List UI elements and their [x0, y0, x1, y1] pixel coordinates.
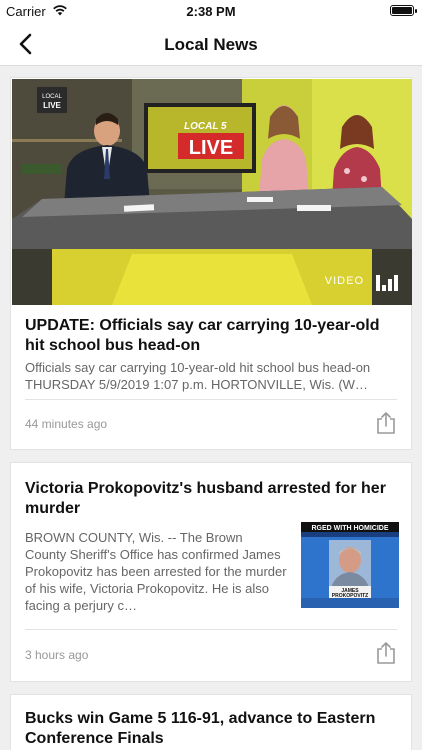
- article-summary: Officials say car carrying 10-year-old h…: [25, 360, 371, 392]
- news-studio-image: LOCAL LIVE LOCAL 5 LIVE: [12, 79, 412, 305]
- wall-sign-line2: LIVE: [43, 101, 61, 110]
- battery-icon: [390, 5, 417, 16]
- divider: [25, 629, 397, 630]
- article-card[interactable]: Bucks win Game 5 116-91, advance to East…: [10, 694, 412, 750]
- nav-bar: Local News: [0, 22, 422, 66]
- article-headline[interactable]: Bucks win Game 5 116-91, advance to East…: [25, 709, 401, 749]
- article-summary: BROWN COUNTY, Wis. -- The Brown County S…: [25, 530, 287, 613]
- share-icon[interactable]: [375, 411, 397, 435]
- wall-sign-line1: LOCAL: [42, 94, 62, 100]
- video-badge: VIDEO: [324, 275, 364, 287]
- share-icon[interactable]: [375, 641, 397, 665]
- article-timestamp: 44 minutes ago: [25, 417, 108, 431]
- divider: [25, 399, 397, 400]
- status-bar: Carrier 2:38 PM: [0, 0, 422, 22]
- station-logo-icon: [376, 275, 398, 291]
- thumb-banner: RGED WITH HOMICIDE: [312, 525, 389, 532]
- article-headline[interactable]: Victoria Prokopovitz's husband arrested …: [25, 479, 401, 519]
- article-timestamp: 3 hours ago: [25, 648, 89, 662]
- page-title: Local News: [164, 35, 258, 54]
- article-headline[interactable]: UPDATE: Officials say car carrying 10-ye…: [25, 316, 401, 356]
- article-card[interactable]: Victoria Prokopovitz's husband arrested …: [10, 462, 412, 682]
- hero-sign-line2: LIVE: [189, 137, 233, 159]
- article-card[interactable]: LOCAL LIVE LOCAL 5 LIVE VIDEO UPDATE: Of…: [10, 77, 412, 450]
- status-time: 2:38 PM: [186, 4, 236, 19]
- mugshot-image: RGED WITH HOMICIDE JAMES PROKOPOVITZ: [301, 522, 399, 608]
- article-thumbnail[interactable]: RGED WITH HOMICIDE JAMES PROKOPOVITZ: [301, 522, 399, 608]
- video-thumbnail[interactable]: LOCAL LIVE LOCAL 5 LIVE VIDEO: [12, 79, 412, 305]
- hero-sign-line1: LOCAL 5: [184, 121, 227, 132]
